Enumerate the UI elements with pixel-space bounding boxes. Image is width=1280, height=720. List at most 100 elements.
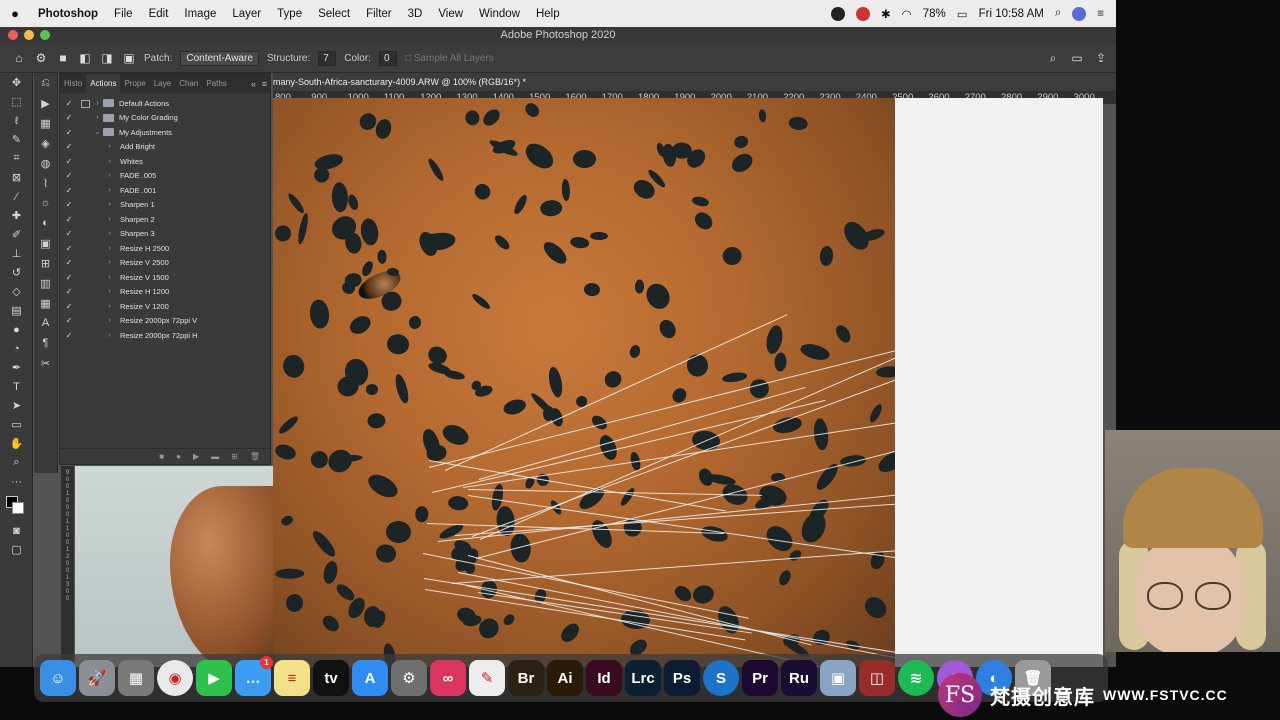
action-row[interactable]: ✓ › Resize V 1200 [60, 299, 270, 314]
tool-presets-icon[interactable]: ✂ [34, 353, 57, 373]
chevron-right-icon[interactable]: › [104, 172, 115, 179]
patterns-panel-icon[interactable]: ▦ [34, 293, 57, 313]
chevron-right-icon[interactable]: › [104, 230, 115, 237]
chevron-right-icon[interactable]: › [104, 288, 115, 295]
dialog-toggle-icon[interactable] [78, 258, 92, 267]
lasso-tool-icon[interactable]: ℓ [0, 111, 33, 130]
delete-action-icon[interactable]: 🗑 [250, 452, 260, 461]
rocket-icon[interactable]: 🚀 [79, 660, 115, 696]
notes-icon[interactable]: ≡ [274, 660, 310, 696]
toggle-checkmark-icon[interactable]: ✓ [60, 157, 78, 166]
menu-layer[interactable]: Layer [224, 8, 269, 20]
dialog-toggle-icon[interactable] [78, 171, 92, 180]
more-tools-icon[interactable]: ··· [0, 472, 33, 491]
indesign-icon[interactable]: Id [586, 660, 622, 696]
action-row[interactable]: ✓ › Sharpen 1 [60, 198, 270, 213]
blur-tool-icon[interactable]: ● [0, 320, 33, 339]
rectangle-tool-icon[interactable]: ▭ [0, 415, 33, 434]
layers-panel-icon[interactable]: ◈ [34, 133, 57, 153]
tab-properties[interactable]: Prope [120, 74, 149, 93]
second-document-canvas[interactable] [75, 466, 273, 667]
menu-view[interactable]: View [430, 8, 471, 20]
chevron-down-icon[interactable]: ⌄ [92, 128, 103, 136]
chevron-right-icon[interactable]: › [104, 158, 115, 165]
chevron-right-icon[interactable]: › [104, 143, 115, 150]
new-selection-icon[interactable]: ■ [56, 51, 70, 65]
action-row[interactable]: ✓ › FADE .001 [60, 183, 270, 198]
history-brush-tool-icon[interactable]: ↺ [0, 263, 33, 282]
bluetooth-icon[interactable]: ✱ [881, 7, 891, 21]
healing-brush-tool-icon[interactable]: ✚ [0, 206, 33, 225]
record-icon[interactable] [831, 6, 846, 21]
properties-panel-icon[interactable]: ▦ [34, 113, 57, 133]
dialog-toggle-icon[interactable] [78, 215, 92, 224]
chevron-right-icon[interactable]: › [104, 317, 115, 324]
action-row[interactable]: ✓ › Sharpen 3 [60, 227, 270, 242]
tab-channels[interactable]: Chan [175, 74, 202, 93]
menu-filter[interactable]: Filter [358, 8, 400, 20]
toggle-checkmark-icon[interactable]: ✓ [60, 113, 78, 122]
toggle-checkmark-icon[interactable]: ✓ [60, 302, 78, 311]
toggle-checkmark-icon[interactable]: ✓ [60, 229, 78, 238]
close-window-button[interactable] [8, 30, 18, 40]
action-set-row[interactable]: ✓ › My Color Grading [60, 111, 270, 126]
preview-icon[interactable]: ▣ [820, 660, 856, 696]
move-tool-icon[interactable]: ✥ [0, 73, 33, 92]
menu-help[interactable]: Help [528, 8, 568, 20]
menu-edit[interactable]: Edit [141, 8, 177, 20]
tab-layers[interactable]: Laye [150, 74, 175, 93]
battery-percent[interactable]: 78% [923, 8, 946, 20]
chevron-right-icon[interactable]: › [104, 245, 115, 252]
action-row[interactable]: ✓ › Whites [60, 154, 270, 169]
chevron-right-icon[interactable]: › [104, 332, 115, 339]
user-avatar-icon[interactable] [1072, 6, 1087, 21]
character-panel-icon[interactable]: A [34, 313, 57, 333]
dialog-toggle-icon[interactable] [78, 229, 92, 238]
photo-booth-icon[interactable]: ◫ [859, 660, 895, 696]
toggle-checkmark-icon[interactable]: ✓ [60, 99, 78, 108]
toggle-checkmark-icon[interactable]: ✓ [60, 258, 78, 267]
history-panel-icon[interactable]: ⎌ [34, 73, 57, 93]
play-action-icon[interactable]: ▶ [193, 452, 199, 461]
creative-cloud-icon[interactable]: ∞ [430, 660, 466, 696]
type-tool-icon[interactable]: T [0, 377, 33, 396]
action-row[interactable]: ✓ › Resize V 1500 [60, 270, 270, 285]
toggle-checkmark-icon[interactable]: ✓ [60, 200, 78, 209]
dialog-toggle-icon[interactable] [78, 331, 92, 340]
chevron-right-icon[interactable]: › [104, 303, 115, 310]
dialog-toggle-icon[interactable] [78, 316, 92, 325]
toggle-checkmark-icon[interactable]: ✓ [60, 142, 78, 151]
vertical-ruler[interactable]: 9001000110012001300 [61, 466, 74, 667]
toggle-checkmark-icon[interactable]: ✓ [60, 287, 78, 296]
chevron-right-icon[interactable]: › [104, 187, 115, 194]
zoom-tool-icon[interactable]: ⌕ [0, 453, 33, 472]
action-set-row[interactable]: ✓ › Default Actions [60, 96, 270, 111]
search-icon[interactable]: ⌕ [1046, 51, 1060, 65]
dialog-toggle-icon[interactable] [78, 244, 92, 253]
apple-tv-icon[interactable]: tv [313, 660, 349, 696]
skype-icon[interactable]: S [703, 660, 739, 696]
chevron-right-icon[interactable]: › [92, 114, 103, 121]
chevron-right-icon[interactable]: › [92, 100, 103, 107]
home-icon[interactable]: ⌂ [12, 51, 26, 65]
clone-stamp-tool-icon[interactable]: ⊥ [0, 244, 33, 263]
battery-icon[interactable]: ▭ [957, 7, 968, 21]
dialog-toggle-icon[interactable] [78, 99, 92, 108]
gear-icon[interactable]: ⚙ [391, 660, 427, 696]
subtract-selection-icon[interactable]: ◨ [100, 51, 114, 65]
chevron-right-icon[interactable]: › [104, 259, 115, 266]
zoom-window-button[interactable] [40, 30, 50, 40]
dialog-toggle-icon[interactable] [78, 200, 92, 209]
workspace-icon[interactable]: ▭ [1070, 51, 1084, 65]
brush-tool-icon[interactable]: ✐ [0, 225, 33, 244]
patch-tool-icon[interactable]: ⚙ [34, 51, 48, 65]
actions-panel-icon[interactable]: ▶ [34, 93, 57, 113]
rush-icon[interactable]: Ru [781, 660, 817, 696]
gradient-tool-icon[interactable]: ▤ [0, 301, 33, 320]
minimize-window-button[interactable] [24, 30, 34, 40]
intersect-selection-icon[interactable]: ▣ [122, 51, 136, 65]
collapse-panel-icon[interactable]: « [251, 79, 256, 89]
frame-tool-icon[interactable]: ⊠ [0, 168, 33, 187]
apple-menu-icon[interactable]: ● [0, 6, 30, 21]
sample-all-layers-checkbox[interactable]: □ Sample All Layers [405, 53, 494, 64]
